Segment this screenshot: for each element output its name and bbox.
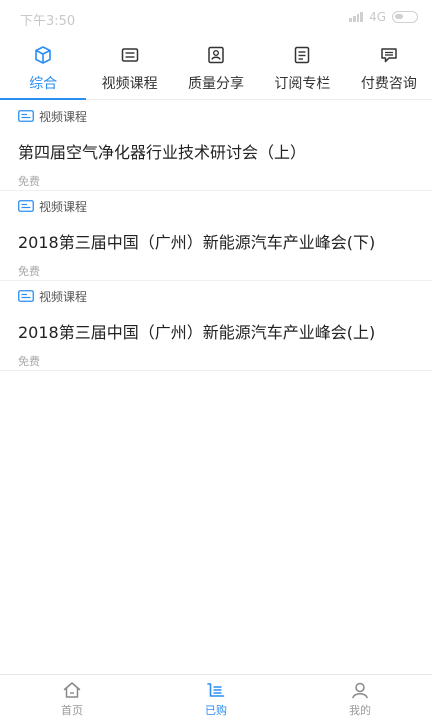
battery-icon [392,11,418,23]
nav-profile[interactable]: 我的 [288,675,432,720]
video-icon [121,48,138,62]
network-label: 4G [369,10,386,24]
list-item[interactable]: 视频课程 2018第三届中国（广州）新能源汽车产业峰会(上) 免费 [0,281,432,371]
tab-paid-consulting[interactable]: 付费咨询 [346,36,432,99]
status-time: 下午3:50 [20,14,76,29]
tab-label: 综合 [29,76,58,92]
item-type: 视频课程 [18,198,414,214]
nav-label: 首页 [61,704,83,717]
tab-label: 视频课程 [101,76,158,92]
purchased-icon [207,683,225,697]
item-price: 免费 [18,265,40,278]
item-type-label: 视频课程 [39,109,88,124]
tab-video-courses[interactable]: 视频课程 [86,36,172,99]
item-type: 视频课程 [18,108,414,124]
tab-label: 订阅专栏 [274,76,331,92]
item-price: 免费 [18,355,40,368]
signal-icon [349,12,364,22]
cube-icon [35,46,52,64]
status-indicators: 4G [349,10,418,24]
video-course-icon [18,110,34,122]
tab-quality-share[interactable]: 质量分享 [173,36,259,99]
tab-subscriptions[interactable]: 订阅专栏 [259,36,345,99]
category-tabs: 综合 视频课程 质量分享 订阅专栏 付费咨询 [0,36,432,100]
nav-label: 我的 [349,704,371,717]
video-course-icon [18,290,34,302]
tab-label: 付费咨询 [360,76,417,92]
purchased-list: 视频课程 第四届空气净化器行业技术研讨会（上） 免费 视频课程 2018第三届中… [0,101,432,371]
item-type-label: 视频课程 [39,199,88,214]
item-price: 免费 [18,175,40,188]
video-course-icon [18,200,34,212]
share-icon [208,46,224,64]
list-item[interactable]: 视频课程 2018第三届中国（广州）新能源汽车产业峰会(下) 免费 [0,191,432,281]
item-type-label: 视频课程 [39,289,88,304]
status-bar: 下午3:50 4G [0,0,432,36]
nav-home[interactable]: 首页 [0,675,144,720]
home-icon [63,682,81,698]
tab-label: 质量分享 [188,76,245,92]
chat-icon [381,48,397,63]
profile-icon [352,682,368,699]
item-type: 视频课程 [18,288,414,304]
tab-comprehensive[interactable]: 综合 [0,36,87,100]
document-icon [295,46,310,64]
list-item[interactable]: 视频课程 第四届空气净化器行业技术研讨会（上） 免费 [0,101,432,191]
nav-label: 已购 [205,704,227,717]
nav-purchased[interactable]: 已购 [144,675,288,720]
item-title: 2018第三届中国（广州）新能源汽车产业峰会(下) [18,233,376,252]
item-title: 第四届空气净化器行业技术研讨会（上） [18,143,307,162]
bottom-nav: 首页 已购 我的 [0,674,432,720]
item-title: 2018第三届中国（广州）新能源汽车产业峰会(上) [18,323,376,342]
